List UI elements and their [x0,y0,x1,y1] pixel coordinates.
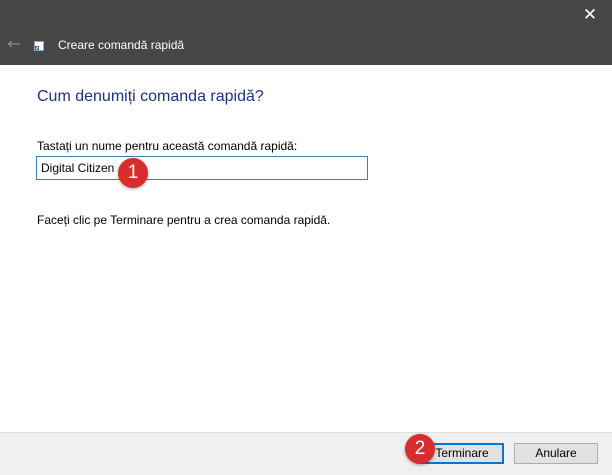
step-badge-2: 2 [405,434,435,464]
back-arrow-icon[interactable]: ← [4,35,24,55]
instruction-text: Faceți clic pe Terminare pentru a crea c… [37,213,331,227]
title-bar: ✕ ← Creare comandă rapidă [0,0,612,65]
create-shortcut-dialog: ✕ ← Creare comandă rapidă Cum denumiți c… [0,0,612,475]
shortcut-name-label: Tastați un nume pentru această comandă r… [37,139,298,153]
shortcut-icon [34,41,44,51]
wizard-content: Cum denumiți comanda rapidă? Tastați un … [0,65,612,432]
shortcut-name-input[interactable] [36,156,368,180]
window-title: Creare comandă rapidă [58,38,185,52]
button-bar: Terminare Anulare [0,432,612,475]
step-badge-1: 1 [118,158,148,188]
cancel-button[interactable]: Anulare [514,443,598,464]
page-heading: Cum denumiți comanda rapidă? [37,88,264,105]
close-icon[interactable]: ✕ [574,2,606,30]
